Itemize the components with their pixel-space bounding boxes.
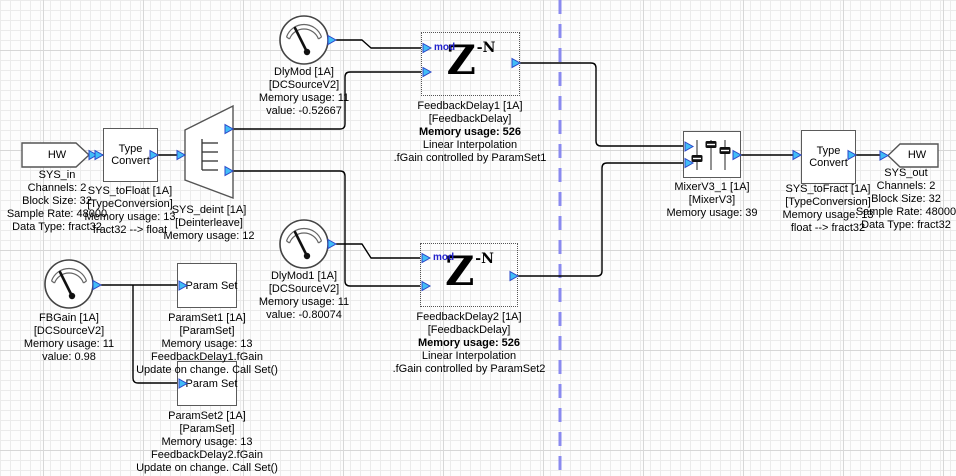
fbgain-output-port[interactable] [93,281,101,290]
caption-line: Memory usage: 13 [122,436,292,449]
caption-line: SYS_toFloat [1A] [55,185,205,198]
feedbackdelay1-mod-label: mod [434,42,455,53]
paramset2-input-port[interactable] [179,379,187,388]
feedbackdelay2-label: FeedbackDelay2 [1A] [FeedbackDelay] Memo… [384,311,554,376]
caption-line: FeedbackDelay2.fGain [122,449,292,462]
caption-line: [DCSourceV2] [224,283,384,296]
caption-line: [DCSourceV2] [0,325,138,338]
caption-line: Channels: 2 [831,180,956,193]
caption-line: DlyMod [1A] [224,66,384,79]
caption-line: SYS_deint [1A] [134,204,284,217]
caption-line: Memory usage: 11 [224,296,384,309]
caption-line: [ParamSet] [122,325,292,338]
caption-line: .fGain controlled by ParamSet1 [385,152,555,165]
deinterleave-input-port[interactable] [177,151,185,160]
caption-line: [DCSourceV2] [224,79,384,92]
typeconvert2-input-port[interactable] [793,151,801,160]
z-exponent: -N [475,251,494,267]
sysin-hw-text: HW [34,149,80,161]
caption-line: value: -0.52667 [224,105,384,118]
caption-line: FeedbackDelay1 [1A] [385,100,555,113]
caption-line: [ParamSet] [122,423,292,436]
feedbackdelay1-label: FeedbackDelay1 [1A] [FeedbackDelay] Memo… [385,100,555,165]
caption-line: [FeedbackDelay] [384,324,554,337]
z-exponent: -N [477,40,496,56]
sysout-input-port[interactable] [880,151,888,160]
wire-dlymod-to-feedbackdelay1-mod[interactable] [336,40,421,48]
caption-line: Block Size: 32 [831,193,956,206]
caption-line: ParamSet2 [1A] [122,410,292,423]
sysout-label: SYS_out Channels: 2 Block Size: 32 Sampl… [831,167,956,232]
typeconvert2-output-port[interactable] [848,151,856,160]
sysout-hw-text: HW [896,149,938,161]
caption-line: Memory usage: 11 [224,92,384,105]
caption-line: Linear Interpolation [385,139,555,152]
caption-line: Data Type: fract32 [831,219,956,232]
dlymod-label: DlyMod [1A] [DCSourceV2] Memory usage: 1… [224,66,384,118]
caption-line: Memory usage: 526 [385,126,555,139]
dlymod-output-port[interactable] [328,36,336,45]
typeconvert-input-port[interactable] [95,151,103,160]
caption-line: Memory usage: 12 [134,230,284,243]
feedbackdelay2-mod-label: mod [433,252,454,263]
caption-line: SYS_out [831,167,956,180]
mixer-input-port-1[interactable] [685,142,693,151]
caption-line: Memory usage: 526 [384,337,554,350]
caption-line: Sample Rate: 48000 [831,206,956,219]
dlymod1-output-port[interactable] [328,240,336,249]
dlymod-dial-icon[interactable] [280,16,328,64]
mixer-output-port[interactable] [733,151,741,160]
caption-line: SYS_in [0,169,114,182]
caption-line: Memory usage: 11 [0,338,138,351]
paramset2-label: ParamSet2 [1A] [ParamSet] Memory usage: … [122,410,292,475]
fbgain-dial-icon[interactable] [45,260,93,308]
caption-line: FeedbackDelay1.fGain [122,351,292,364]
caption-line: DlyMod1 [1A] [224,270,384,283]
typeconvert-output-port[interactable] [150,151,158,160]
dlymod1-dial-icon[interactable] [280,220,328,268]
caption-line: Update on change. Call Set() [122,364,292,377]
wire-dlymod1-to-feedbackdelay2-mod[interactable] [336,244,420,258]
caption-line: [Deinterleave] [134,217,284,230]
diagram-canvas[interactable]: Type Convert Type Convert Param Set Para… [0,0,956,476]
caption-line: Memory usage: 13 [122,338,292,351]
paramset1-input-port[interactable] [179,281,187,290]
fbgain-label: FBGain [1A] [DCSourceV2] Memory usage: 1… [0,312,138,364]
paramset1-label: ParamSet1 [1A] [ParamSet] Memory usage: … [122,312,292,377]
caption-line: ParamSet1 [1A] [122,312,292,325]
caption-line: Linear Interpolation [384,350,554,363]
caption-line: Update on change. Call Set() [122,462,292,475]
caption-line: FBGain [1A] [0,312,138,325]
sys-deint-label: SYS_deint [1A] [Deinterleave] Memory usa… [134,204,284,243]
mixer-faders-icon [692,140,731,170]
caption-line: .fGain controlled by ParamSet2 [384,363,554,376]
caption-line: FeedbackDelay2 [1A] [384,311,554,324]
caption-line: value: 0.98 [0,351,138,364]
caption-line: [FeedbackDelay] [385,113,555,126]
